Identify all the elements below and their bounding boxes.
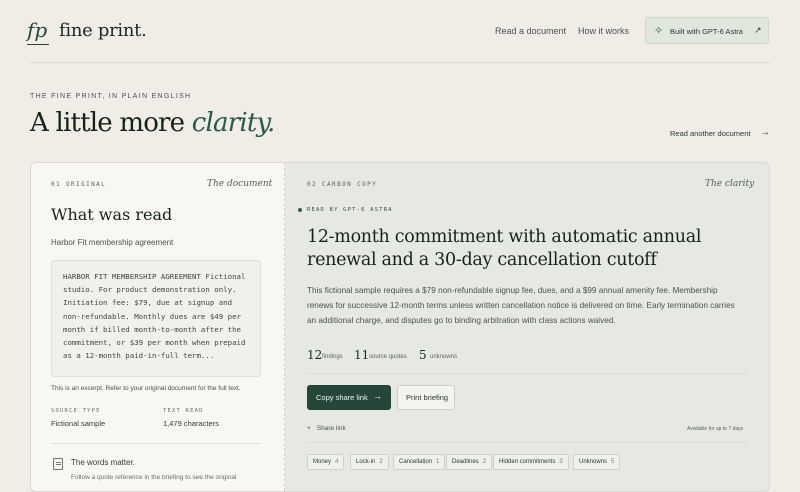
- logo-text[interactable]: fine print.: [59, 20, 147, 41]
- copy-share-link-button[interactable]: Copy share link →: [307, 385, 391, 410]
- arrow-right-icon: →: [373, 391, 382, 401]
- print-briefing-button[interactable]: Print briefing: [397, 385, 455, 410]
- chip-count: 1: [436, 459, 440, 465]
- filter-chip-deadlines[interactable]: Deadlines 2: [446, 454, 493, 470]
- chip-label: Cancellation: [399, 459, 433, 465]
- stat-unknowns-label: unknowns: [430, 354, 458, 360]
- original-caption: The document: [207, 179, 273, 189]
- chip-count: 2: [482, 459, 487, 465]
- share-link-label: Share link: [316, 425, 346, 432]
- filter-chip-lock-in[interactable]: Lock-in 2: [350, 454, 389, 470]
- stat-quotes-label: source quotes: [369, 354, 407, 360]
- stat-findings-label: findings: [322, 354, 343, 360]
- copy-share-link-label: Copy share link: [316, 393, 368, 402]
- share-link-toggle[interactable]: + Share link: [307, 425, 346, 432]
- document-icon: [53, 458, 63, 470]
- chip-label: Lock-in: [356, 459, 376, 465]
- print-briefing-label: Print briefing: [406, 393, 449, 402]
- text-read-label: TEXT READ: [163, 408, 204, 414]
- original-panel: 01 ORIGINAL The document What was read H…: [31, 163, 285, 491]
- original-title: What was read: [51, 205, 173, 224]
- filter-chip-unknowns[interactable]: Unknowns 5: [573, 454, 621, 470]
- nav-how-it-works[interactable]: How it works: [578, 26, 629, 36]
- divider: [307, 442, 747, 443]
- page-title-emphasis: clarity.: [191, 108, 275, 138]
- availability-note: Available for up to 7 days: [687, 426, 744, 432]
- arrow-right-icon: →: [760, 127, 770, 138]
- chip-count: 3: [559, 459, 563, 465]
- clarity-tag: 02 CARBON COPY: [307, 181, 378, 188]
- eyebrow: THE FINE PRINT, IN PLAIN ENGLISH: [30, 93, 192, 100]
- divider: [51, 443, 261, 444]
- words-matter-subtitle: Follow a quote reference in the briefing…: [71, 474, 237, 481]
- chip-label: Unknowns: [579, 459, 608, 465]
- header-divider: [30, 62, 770, 63]
- read-another-label: Read another document: [670, 129, 751, 138]
- chip-label: Hidden commitments: [499, 459, 556, 465]
- stat-unknowns-count: 5: [419, 348, 427, 362]
- divider: [307, 373, 747, 374]
- page-title: A little more clarity.: [30, 108, 275, 138]
- excerpt-note: This is an excerpt. Refer to your origin…: [51, 385, 241, 392]
- read-by-badge: READ BY GPT-6 ASTRA: [298, 207, 393, 213]
- source-type-label: SOURCE TYPE: [51, 408, 101, 414]
- external-arrow-icon: ↗: [754, 25, 762, 35]
- stat-quotes-count: 11: [354, 348, 370, 362]
- chip-label: Money: [313, 459, 332, 465]
- sparkle-icon: ✧: [654, 25, 664, 37]
- clarity-caption: The clarity: [705, 179, 755, 189]
- briefing-title: 12-month commitment with automatic annua…: [307, 227, 702, 270]
- document-excerpt: HARBOR FIT MEMBERSHIP AGREEMENT Fictiona…: [51, 260, 261, 377]
- filter-chip-cancellation[interactable]: Cancellation 1: [393, 454, 446, 470]
- nav-read-document[interactable]: Read a document: [495, 26, 566, 36]
- plus-icon: +: [307, 425, 311, 432]
- chip-count: 5: [611, 459, 615, 465]
- read-another-link[interactable]: Read another document →: [670, 127, 770, 138]
- words-matter-title: The words matter.: [71, 458, 136, 467]
- filter-chip-hidden-commitments[interactable]: Hidden commitments 3: [493, 454, 569, 470]
- document-name: Harbor Fit membership agreement: [51, 238, 174, 247]
- clarity-panel: 02 CARBON COPY The clarity READ BY GPT-6…: [285, 163, 769, 491]
- stat-findings-count: 12: [307, 348, 323, 362]
- document-card: 01 ORIGINAL The document What was read H…: [30, 162, 770, 492]
- briefing-summary: This fictional sample requires a $79 non…: [307, 286, 735, 325]
- built-with-label: Built with GPT-6 Astra: [670, 27, 743, 36]
- source-type-value: Fictional sample: [51, 419, 106, 428]
- text-read-value: 1,479 characters: [163, 419, 219, 428]
- original-tag: 01 ORIGINAL: [51, 181, 107, 188]
- page-title-prefix: A little more: [30, 108, 192, 138]
- chip-label: Deadlines: [452, 459, 479, 465]
- filter-chip-money[interactable]: Money 4: [307, 454, 345, 470]
- chip-count: 4: [335, 459, 339, 465]
- built-with-button[interactable]: ✧ Built with GPT-6 Astra ↗: [645, 17, 769, 44]
- top-bar: fp fine print. Read a document How it wo…: [0, 0, 800, 62]
- logo-mark[interactable]: fp: [27, 18, 50, 45]
- chip-count: 2: [379, 459, 383, 465]
